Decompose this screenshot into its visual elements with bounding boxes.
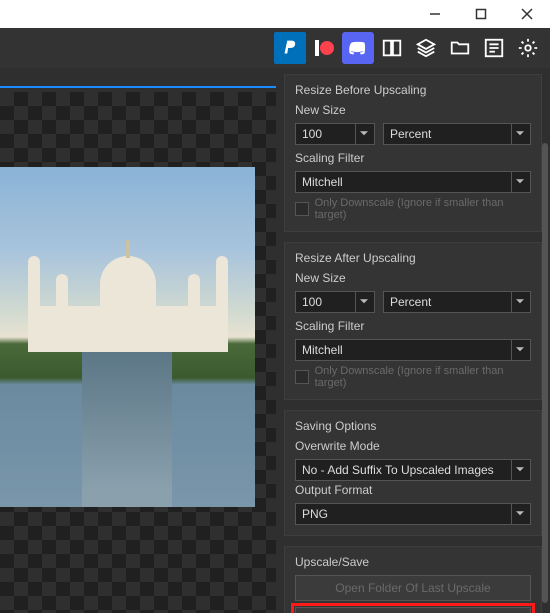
overwrite-mode-select[interactable]: No - Add Suffix To Upscaled Images (295, 459, 531, 481)
only-downscale-row[interactable]: Only Downscale (Ignore if smaller than t… (295, 197, 531, 221)
discord-icon[interactable] (342, 32, 374, 64)
group-upscale-save: Upscale/Save Open Folder Of Last Upscale… (284, 546, 542, 613)
layers-icon[interactable] (410, 32, 442, 64)
only-downscale-label: Only Downscale (Ignore if smaller than t… (315, 197, 531, 221)
overwrite-label: Overwrite Mode (295, 439, 531, 453)
only-downscale-label: Only Downscale (Ignore if smaller than t… (315, 365, 531, 389)
group-title: Upscale/Save (295, 555, 531, 569)
preview-pane (0, 68, 276, 613)
preview-canvas[interactable] (0, 92, 276, 613)
side-panel: Resize Before Upscaling New Size 100 Per… (276, 68, 550, 613)
vertical-scrollbar[interactable] (542, 143, 548, 603)
new-size-label: New Size (295, 271, 531, 285)
patreon-icon[interactable] (308, 32, 340, 64)
filter-label: Scaling Filter (295, 319, 531, 333)
group-title: Saving Options (295, 419, 531, 433)
format-label: Output Format (295, 483, 531, 497)
scaling-filter-select[interactable]: Mitchell (295, 339, 531, 361)
minimize-button[interactable] (412, 0, 458, 28)
new-size-input[interactable]: 100 (295, 123, 375, 145)
save-merged-preview-button[interactable]: Save Current Merged Preview (295, 607, 531, 613)
paypal-icon[interactable] (274, 32, 306, 64)
only-downscale-row[interactable]: Only Downscale (Ignore if smaller than t… (295, 365, 531, 389)
new-size-unit-select[interactable]: Percent (383, 291, 531, 313)
image-compare-icon[interactable] (376, 32, 408, 64)
open-folder-button[interactable]: Open Folder Of Last Upscale (295, 575, 531, 601)
settings-icon[interactable] (512, 32, 544, 64)
close-button[interactable] (504, 0, 550, 28)
checkbox-icon[interactable] (295, 202, 309, 216)
maximize-button[interactable] (458, 0, 504, 28)
group-resize-after: Resize After Upscaling New Size 100 Perc… (284, 242, 542, 400)
group-title: Resize Before Upscaling (295, 83, 531, 97)
top-toolbar (0, 28, 550, 68)
preview-divider (0, 86, 276, 88)
folder-icon[interactable] (444, 32, 476, 64)
new-size-unit-select[interactable]: Percent (383, 123, 531, 145)
checkbox-icon[interactable] (295, 370, 309, 384)
group-title: Resize After Upscaling (295, 251, 531, 265)
preview-image (0, 167, 255, 507)
scaling-filter-select[interactable]: Mitchell (295, 171, 531, 193)
window-titlebar (0, 0, 550, 28)
group-saving-options: Saving Options Overwrite Mode No - Add S… (284, 410, 542, 536)
filter-label: Scaling Filter (295, 151, 531, 165)
new-size-label: New Size (295, 103, 531, 117)
group-resize-before: Resize Before Upscaling New Size 100 Per… (284, 74, 542, 232)
output-format-select[interactable]: PNG (295, 503, 531, 525)
new-size-input[interactable]: 100 (295, 291, 375, 313)
checklist-icon[interactable] (478, 32, 510, 64)
